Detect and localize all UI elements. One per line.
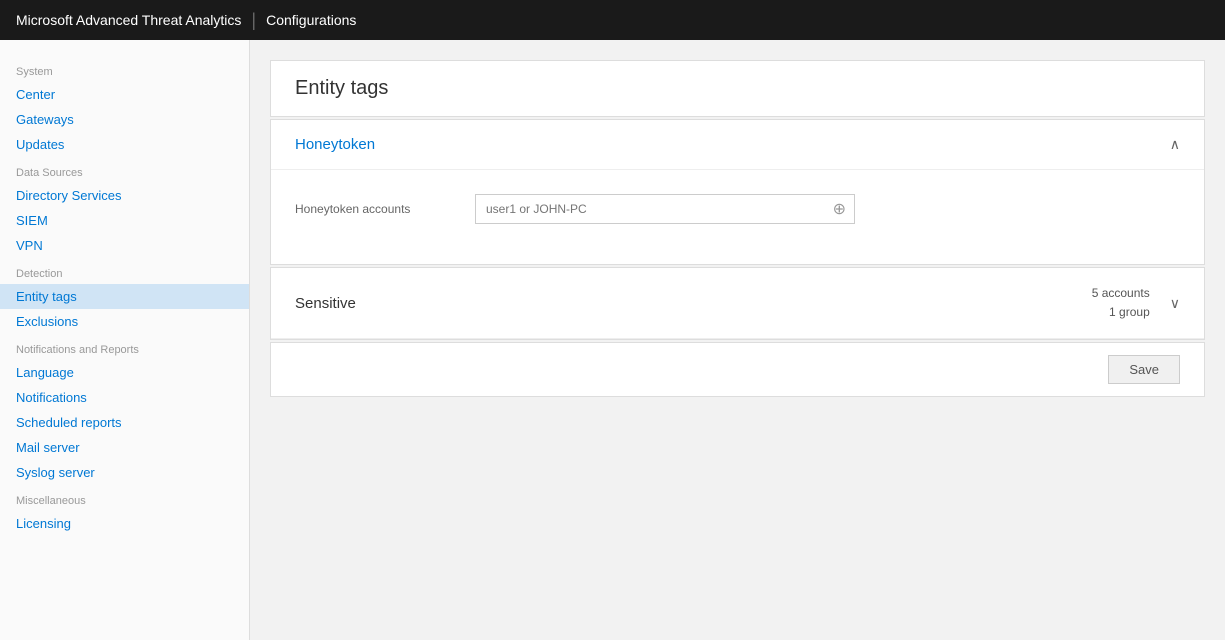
page-title: Entity tags xyxy=(295,77,1180,100)
sidebar-item-center[interactable]: Center xyxy=(0,82,249,107)
save-area: Save xyxy=(270,342,1205,397)
sidebar-section-misc: Miscellaneous xyxy=(0,485,249,511)
honeytoken-accounts-row: Honeytoken accounts ⊕ xyxy=(295,194,1180,224)
sidebar-section-detection: Detection xyxy=(0,258,249,284)
sidebar: System Center Gateways Updates Data Sour… xyxy=(0,40,250,640)
honeytoken-accounts-input[interactable] xyxy=(476,196,825,222)
sidebar-section-system: System xyxy=(0,56,249,82)
sensitive-group-count: 1 group xyxy=(1092,303,1150,322)
sidebar-item-syslog-server[interactable]: Syslog server xyxy=(0,460,249,485)
honeytoken-body: Honeytoken accounts ⊕ xyxy=(271,170,1204,264)
honeytoken-section: Honeytoken ∧ Honeytoken accounts ⊕ xyxy=(270,119,1205,265)
honeytoken-accounts-label: Honeytoken accounts xyxy=(295,202,475,216)
sensitive-section: Sensitive 5 accounts 1 group ∨ xyxy=(270,267,1205,340)
sidebar-item-entity-tags[interactable]: Entity tags xyxy=(0,284,249,309)
sidebar-item-language[interactable]: Language xyxy=(0,360,249,385)
sensitive-chevron-down-icon[interactable]: ∨ xyxy=(1170,295,1180,312)
save-button[interactable]: Save xyxy=(1108,355,1180,384)
header-section: Configurations xyxy=(266,12,356,28)
honeytoken-chevron-up-icon[interactable]: ∧ xyxy=(1170,136,1180,153)
sidebar-item-gateways[interactable]: Gateways xyxy=(0,107,249,132)
sidebar-section-notifications: Notifications and Reports xyxy=(0,334,249,360)
sensitive-counts: 5 accounts 1 group xyxy=(1092,284,1150,322)
sensitive-accounts-count: 5 accounts xyxy=(1092,284,1150,303)
sidebar-item-siem[interactable]: SIEM xyxy=(0,208,249,233)
page-title-bar: Entity tags xyxy=(270,60,1205,117)
header-divider: | xyxy=(251,10,256,31)
sensitive-header: Sensitive 5 accounts 1 group ∨ xyxy=(271,268,1204,339)
sidebar-section-data-sources: Data Sources xyxy=(0,157,249,183)
app-header: Microsoft Advanced Threat Analytics | Co… xyxy=(0,0,1225,40)
sensitive-title: Sensitive xyxy=(295,295,356,312)
main-content: Entity tags Honeytoken ∧ Honeytoken acco… xyxy=(250,40,1225,640)
honeytoken-input-wrapper: ⊕ xyxy=(475,194,855,224)
sidebar-item-notifications[interactable]: Notifications xyxy=(0,385,249,410)
honeytoken-title: Honeytoken xyxy=(295,136,375,153)
sidebar-item-directory-services[interactable]: Directory Services xyxy=(0,183,249,208)
sidebar-item-vpn[interactable]: VPN xyxy=(0,233,249,258)
sensitive-meta: 5 accounts 1 group ∨ xyxy=(1092,284,1180,322)
app-name: Microsoft Advanced Threat Analytics xyxy=(16,12,241,28)
sidebar-item-licensing[interactable]: Licensing xyxy=(0,511,249,536)
sidebar-item-scheduled-reports[interactable]: Scheduled reports xyxy=(0,410,249,435)
sidebar-item-updates[interactable]: Updates xyxy=(0,132,249,157)
honeytoken-header: Honeytoken ∧ xyxy=(271,120,1204,170)
add-account-icon[interactable]: ⊕ xyxy=(825,195,854,223)
main-layout: System Center Gateways Updates Data Sour… xyxy=(0,40,1225,640)
sidebar-item-mail-server[interactable]: Mail server xyxy=(0,435,249,460)
sidebar-item-exclusions[interactable]: Exclusions xyxy=(0,309,249,334)
